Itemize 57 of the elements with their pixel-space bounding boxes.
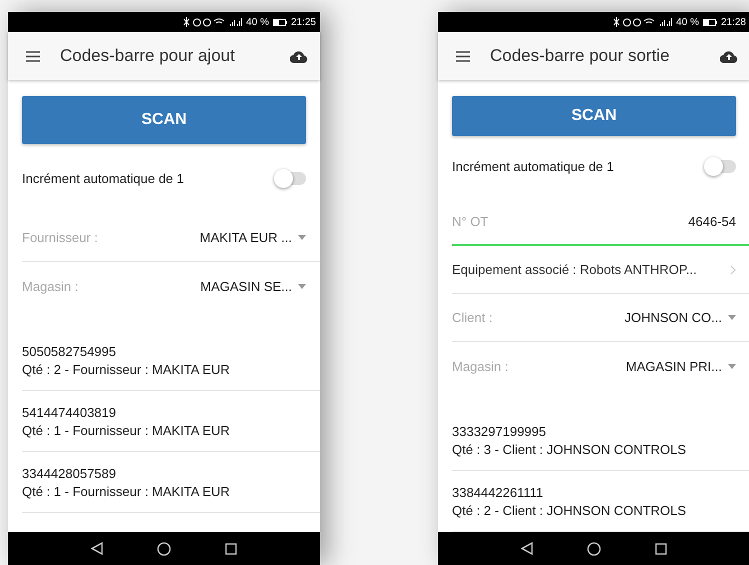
item-detail: Qté : 2 - Fournisseur : MAKITA EUR [22,362,231,376]
dropdown-select[interactable]: JOHNSON CO... [624,310,736,325]
barcode-number: 5414474403819 [22,404,117,420]
dropdown-select[interactable]: MAKITA EUR ... [200,230,306,245]
field-label: Magasin : [452,358,508,374]
home-icon[interactable] [587,542,601,556]
item-detail: Qté : 1 - Fournisseur : MAKITA EUR [22,422,231,438]
field-label: Client : [452,310,492,325]
chevron-right-icon [730,264,736,274]
dropdown-caret-icon [728,364,736,368]
barcode-number: 5050582754995 [22,344,117,358]
barcode-list-item[interactable]: 3344428057589 Qté : 1 - Fournisseur : MAKITA EUR [22,452,320,513]
home-icon[interactable] [157,542,171,556]
text-input-field[interactable]: N° OT 4646-54 [452,198,749,246]
status-icons-drawing [182,17,242,27]
field-value: 4646-54 [688,214,736,228]
battery-icon [272,18,287,26]
field-label: Magasin : [22,278,78,294]
dropdown-caret-icon [298,235,306,240]
menu-icon[interactable] [456,50,470,62]
cloud-upload-icon[interactable] [720,50,738,62]
scan-button[interactable]: SCAN [452,96,736,136]
battery-icon [702,18,717,26]
toggle-label: Incrément automatique de 1 [452,158,614,174]
toggle-switch[interactable] [276,172,306,184]
screen-title: Codes-barre pour sortie [490,46,671,66]
clock-time: 21:25 [290,16,316,28]
item-detail: Qté : 3 - Client : JOHNSON CONTROLS [452,442,688,456]
scan-button[interactable]: SCAN [22,96,306,144]
toggle-switch[interactable] [706,160,736,173]
dropdown-caret-icon [298,284,306,288]
barcode-number: 3384442261111 [452,484,544,500]
back-icon[interactable] [521,542,533,555]
recents-icon[interactable] [225,542,237,554]
dropdown-select[interactable]: MAGASIN SE... [200,278,306,294]
cloud-upload-icon[interactable] [290,50,308,62]
item-detail: Qté : 1 - Fournisseur : MAKITA EUR [22,484,231,498]
barcode-list-item[interactable]: 5414474403819 Qté : 1 - Fournisseur : MAKITA EUR [22,391,320,452]
field-label: Fournisseur : [22,230,98,245]
barcode-number: 3333297199995 [452,424,547,438]
dropdown-select[interactable]: MAGASIN PRI... [626,358,736,374]
dropdown-caret-icon [728,315,736,320]
toggle-label: Incrément automatique de 1 [22,170,184,186]
battery-percent: 40 % [246,16,269,28]
barcode-number: 3344428057589 [22,466,117,480]
barcode-list-item[interactable]: 3333297199995 Qté : 3 - Client : JOHNSON CONTROLS [452,410,749,471]
menu-icon[interactable] [26,50,40,62]
barcode-list-item[interactable]: 5050582754995 Qté : 2 - Fournisseur : MAKITA EUR [22,330,320,391]
clock-time: 21:28 [720,16,746,28]
screen-title: Codes-barre pour ajout [60,46,236,66]
battery-percent: 40 % [676,16,699,28]
link-row-text[interactable]: Equipement associé : Robots ANTHROP... [452,262,697,277]
recents-icon[interactable] [655,542,667,554]
status-icons-drawing [612,17,672,27]
item-detail: Qté : 2 - Client : JOHNSON CONTROLS [452,502,688,518]
back-icon[interactable] [91,542,103,555]
field-label: N° OT [452,214,488,228]
